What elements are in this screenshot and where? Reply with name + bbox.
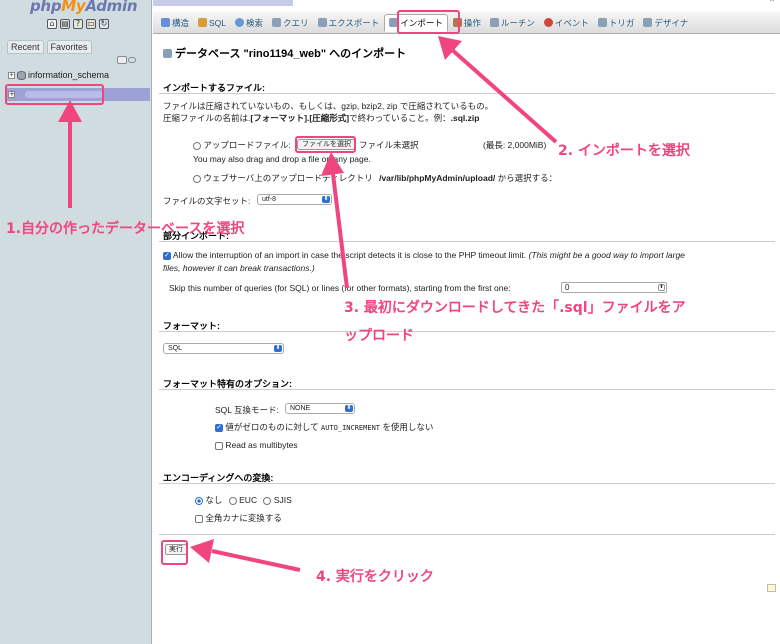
link-with-main-icon[interactable] [128, 57, 136, 63]
compat-mode-select[interactable]: NONE ⬍ [285, 403, 355, 414]
compat-mode-label: SQL 互換モード: [215, 405, 279, 415]
designer-icon [643, 18, 653, 27]
exit-icon[interactable]: ▤ [60, 19, 70, 29]
clock-icon [543, 18, 553, 27]
export-icon [317, 18, 327, 27]
reload-icon[interactable]: ↻ [99, 19, 109, 29]
trigger-icon [597, 18, 607, 27]
search-icon [235, 18, 245, 27]
kana-row: 全角カナに変換する [195, 512, 282, 524]
tab-export[interactable]: エクスポート [314, 14, 384, 32]
expand-icon[interactable]: + [8, 71, 15, 79]
upload-radio[interactable] [193, 141, 201, 150]
allow-interrupt-checkbox[interactable]: ✓ [163, 251, 171, 260]
no-auto-increment-row: ✓ 値がゼロのものに対して AUTO_INCREMENT を使用しない [215, 422, 434, 432]
drag-drop-hint: You may also drag and drop a file on any… [193, 154, 371, 164]
tree-item-information-schema[interactable]: + information_schema [8, 70, 109, 80]
main-tabs: 構造 SQL 検索 クエリ エクスポート インポート 操作 ルーチン イベント … [153, 12, 780, 34]
table-icon [161, 18, 170, 27]
tab-query[interactable]: クエリ [268, 14, 313, 32]
docs-icon[interactable]: ? [73, 19, 83, 29]
annotation-step3a: 3. 最初にダウンロードしてきた「.sql」ファイルをア [344, 300, 686, 316]
chevron-down-icon: ⬍ [322, 196, 330, 203]
page-title: データベース "rino1194_web" へのインポート [163, 45, 406, 61]
encoding-radios: なし EUC SJIS [195, 494, 292, 506]
sql-icon [198, 18, 208, 27]
tab-structure[interactable]: 構造 [157, 14, 193, 32]
divider [159, 241, 775, 242]
webserver-radio-row: ウェブサーバ上のアップロードディレクトリ /var/lib/phpMyAdmin… [193, 172, 557, 184]
divider [159, 331, 775, 332]
charset-label: ファイルの文字セット: [163, 196, 251, 206]
tab-recent[interactable]: Recent [7, 40, 44, 54]
query-icon [272, 18, 282, 27]
highlight-file-button [295, 136, 356, 153]
annotation-step4: 4. 実行をクリック [316, 569, 434, 585]
tab-sql[interactable]: SQL [194, 14, 230, 32]
tab-triggers[interactable]: トリガ [594, 14, 639, 32]
quick-icons: ⌂ ▤ ? ▭ ↻ [47, 19, 109, 29]
database-icon [17, 70, 26, 80]
annotation-step2: 2. インポートを選択 [558, 143, 690, 159]
highlight-execute-button [161, 540, 188, 565]
skip-queries-input[interactable]: 0 ⬍ [561, 282, 667, 293]
tab-routines[interactable]: ルーチン [486, 14, 539, 32]
chevron-down-icon: ⬍ [345, 405, 353, 412]
home-icon[interactable]: ⌂ [47, 19, 57, 29]
charset-select[interactable]: utf-8 ⬍ [257, 194, 332, 205]
tab-events[interactable]: イベント [540, 14, 593, 32]
skip-queries-label: Skip this number of queries (for SQL) or… [169, 283, 511, 293]
multibytes-row: Read as multibytes [215, 440, 298, 450]
import-page: データベース "rino1194_web" へのインポート インポートするファイ… [153, 36, 780, 644]
no-auto-increment-checkbox[interactable]: ✓ [215, 423, 223, 432]
encoding-none-radio[interactable] [195, 496, 203, 505]
breadcrumb: ⌃ [153, 0, 780, 12]
stepper-icon[interactable]: ⬍ [658, 284, 665, 291]
tab-designer[interactable]: デザイナ [639, 14, 692, 32]
encoding-sjis-radio[interactable] [263, 496, 272, 505]
sql-window-icon[interactable]: ▭ [86, 19, 96, 29]
divider [159, 93, 775, 94]
multibytes-checkbox[interactable] [215, 441, 223, 450]
highlight-database [5, 84, 104, 105]
webserver-radio[interactable] [193, 174, 201, 183]
collapse-all-icon[interactable] [117, 56, 127, 64]
kana-checkbox[interactable] [195, 514, 203, 523]
tab-favorites[interactable]: Favorites [46, 40, 92, 54]
allow-interrupt-row: ✓ Allow the interruption of an import in… [163, 250, 685, 260]
console-icon[interactable] [767, 584, 776, 592]
no-file-selected: ファイル未選択 [359, 140, 419, 150]
highlight-import-tab [397, 10, 460, 34]
blurred-breadcrumb [153, 0, 293, 6]
phpmyadmin-logo[interactable]: phpMyAdmin [30, 0, 138, 15]
max-upload-size: (最長: 2,000MiB) [483, 140, 547, 150]
upload-radio-row: アップロードファイル: [193, 139, 291, 151]
annotation-step1: 1.自分の作ったデーターベースを選択 [6, 221, 245, 237]
allow-interrupt-note: files, however it can break transactions… [163, 263, 315, 273]
recent-favorites-tabs: Recent Favorites [7, 40, 92, 54]
divider [159, 483, 775, 484]
routine-icon [489, 18, 499, 27]
tree-item-label: information_schema [28, 70, 110, 80]
compress-note-2: 圧縮ファイルの名前は.[フォーマット].[圧縮形式]で終わっていること。例：.s… [163, 113, 480, 123]
chevron-down-icon: ⬍ [274, 345, 282, 352]
divider [159, 389, 775, 390]
import-icon [163, 48, 172, 58]
annotation-step3b: ップロード [344, 328, 414, 344]
collapse-top-icon[interactable]: ⌃ [768, 0, 776, 9]
encoding-euc-radio[interactable] [228, 496, 237, 505]
divider [159, 534, 775, 535]
tab-search[interactable]: 検索 [231, 14, 267, 32]
format-select[interactable]: SQL ⬍ [163, 343, 284, 354]
compress-note-1: ファイルは圧縮されていないもの、もしくは、gzip, bzip2, zip で圧… [163, 101, 494, 111]
